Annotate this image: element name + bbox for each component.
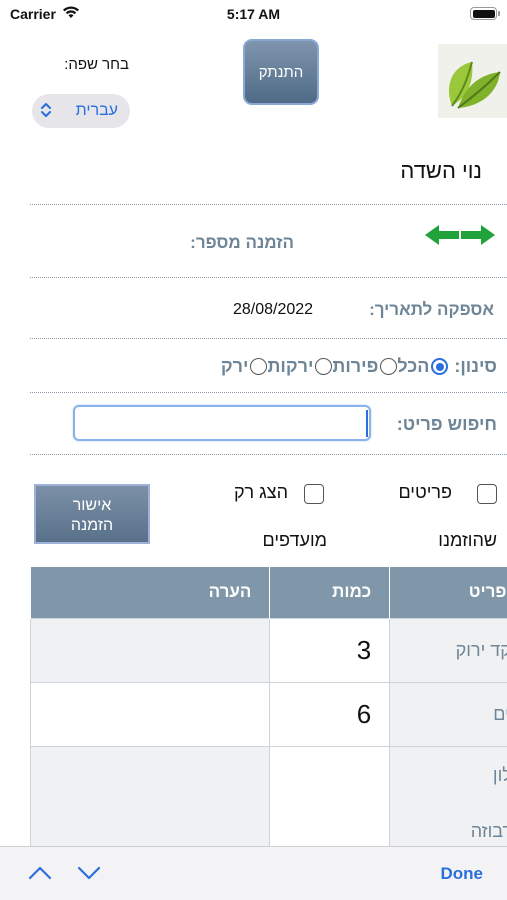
favorites-only-label-line2: מועדפים [262,530,327,550]
confirm-order-button[interactable]: אישור הזמנה [34,484,150,544]
item-name-cell: שקד ירוק [389,617,507,683]
logout-button[interactable]: התנתק [243,39,319,105]
quantity-cell[interactable]: 6 [269,681,391,747]
search-input[interactable] [73,405,371,441]
filter-option-fruits[interactable]: פירות [332,356,398,377]
table-row: ליים 6 [30,681,507,747]
radio-icon [380,358,398,375]
table-row: שקד ירוק 3 [30,617,507,683]
delivery-date-label: אספקה לתאריך: [369,300,494,319]
filter-option-vegetables[interactable]: ירקות [267,356,333,377]
filter-label: סינון: [454,356,497,376]
language-label: בחר שפה: [64,56,129,73]
battery-icon [470,7,500,20]
note-cell[interactable] [30,745,271,847]
delivery-date-value: 28/08/2022 [233,301,314,318]
divider [30,392,507,393]
left-right-arrows-icon[interactable] [423,222,497,253]
keyboard-accessory-bar: Done [0,846,507,900]
chevron-up-down-icon [40,102,52,123]
quantity-cell[interactable]: 3 [269,617,391,683]
page-title: נוי השדה [400,158,482,183]
filter-option-all[interactable]: הכל [397,356,449,377]
favorites-only-checkbox[interactable] [304,484,324,504]
text-caret [366,410,368,437]
radio-icon [250,358,268,375]
radio-icon [315,358,333,375]
ordered-items-label-line2: שהוזמנו [438,530,497,550]
column-header-note: הערה [30,567,270,618]
language-value: עברית [75,102,118,119]
note-cell[interactable] [30,617,271,683]
ordered-items-checkbox[interactable] [477,484,497,504]
done-button[interactable]: Done [441,864,484,884]
order-number-label: הזמנה מספר: [190,233,294,252]
ordered-items-label-line1: פריטים [398,482,452,502]
divider [30,277,507,278]
items-table: פריט כמות הערה שקד ירוק 3 ליים 6 מלון חר… [30,567,507,847]
quantity-cell[interactable] [269,745,391,847]
clock: 5:17 AM [226,6,281,22]
radio-selected-icon [431,358,449,375]
note-cell[interactable] [30,681,271,747]
language-select[interactable]: עברית [32,94,130,128]
divider [30,204,507,205]
divider [30,454,507,455]
item-name-cell: ליים [389,681,507,747]
favorites-only-label-line1: הצג רק [233,482,288,502]
item-name-cell: מלון חרבוזה [389,745,507,847]
column-header-item: פריט [389,567,507,618]
next-field-button[interactable] [77,865,101,886]
search-label: חיפוש פריט: [396,414,497,434]
table-row: מלון חרבוזה [30,745,507,847]
previous-field-button[interactable] [28,865,52,886]
status-bar: Carrier 5:17 AM [0,0,507,30]
filter-group: סינון: הכל פירות ירקות ירק [221,356,497,377]
divider [30,338,507,339]
filter-option-greens[interactable]: ירק [221,356,268,377]
column-header-quantity: כמות [269,567,390,618]
app-logo [438,44,507,118]
